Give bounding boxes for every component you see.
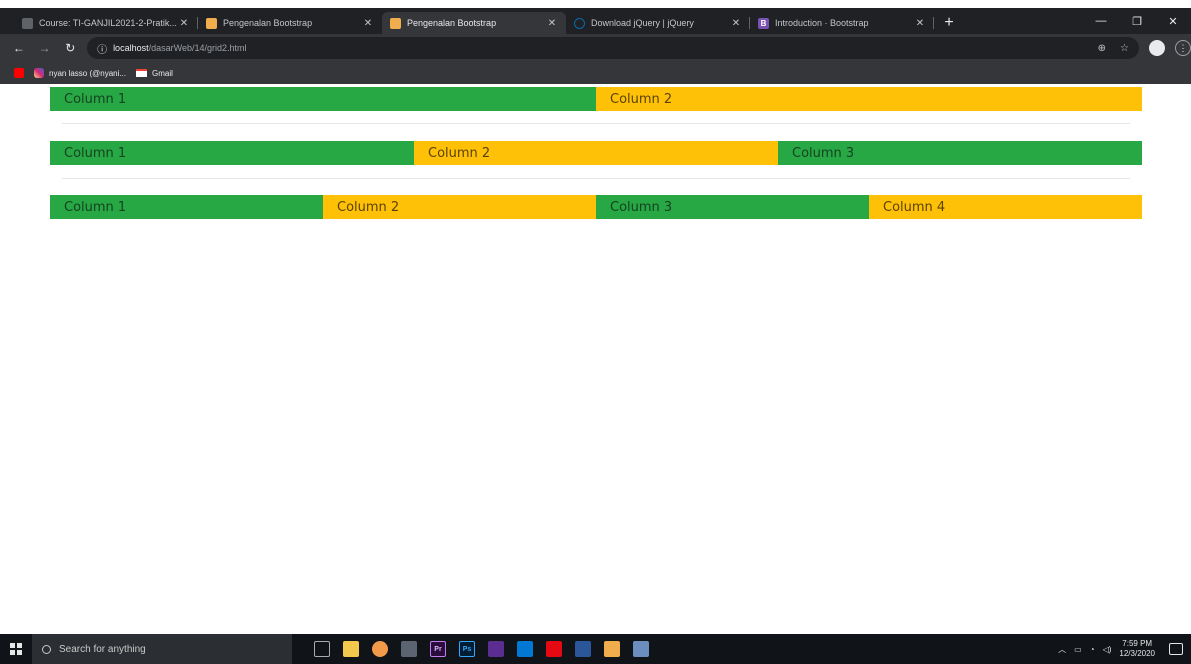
window-controls: — ❐ ✕ <box>1083 8 1191 34</box>
tab-pengenalan-active[interactable]: Pengenalan Bootstrap ✕ <box>382 12 566 34</box>
volume-icon[interactable]: ◁) <box>1103 645 1112 654</box>
close-icon[interactable]: ✕ <box>362 18 374 29</box>
bookmark-gmail[interactable]: Gmail <box>136 69 173 78</box>
tab-bootstrap-intro[interactable]: B Introduction · Bootstrap ✕ <box>750 12 934 34</box>
grid-column: Column 2 <box>323 195 596 219</box>
tab-separator <box>933 17 934 29</box>
tab-pengenalan-1[interactable]: Pengenalan Bootstrap ✕ <box>198 12 382 34</box>
more-menu-icon[interactable]: ⋮ <box>1174 40 1191 56</box>
word-icon[interactable] <box>575 641 591 657</box>
app-icon[interactable] <box>401 641 417 657</box>
page-content: Column 1 Column 2 Column 1 Column 2 Colu… <box>0 84 1191 634</box>
tab-strip: Course: TI-GANJIL2021-2-Pratik... ✕ Peng… <box>0 8 1191 34</box>
system-tray: ︿ ▭ ◔ ◁) 7:59 PM 12/3/2020 <box>1058 639 1191 659</box>
bookmark-label: Gmail <box>152 68 173 78</box>
grid-row-4-col: Column 1 Column 2 Column 3 Column 4 <box>50 195 1142 219</box>
task-view-icon[interactable] <box>314 641 330 657</box>
youtube-icon <box>14 68 24 78</box>
battery-icon[interactable]: ▭ <box>1074 645 1082 654</box>
netflix-icon[interactable] <box>546 641 562 657</box>
close-icon[interactable]: ✕ <box>730 18 742 29</box>
clock-date: 12/3/2020 <box>1119 649 1155 658</box>
url-path: /dasarWeb/14/grid2.html <box>148 43 247 53</box>
chrome-icon[interactable] <box>372 641 388 657</box>
app-icon[interactable] <box>633 641 649 657</box>
tab-title: Introduction · Bootstrap <box>775 18 869 28</box>
bookmark-label: nyan lasso (@nyani... <box>49 68 127 78</box>
bootstrap-icon: B <box>758 17 769 29</box>
bookmark-instagram[interactable]: nyan lasso (@nyani... <box>34 68 126 78</box>
html-editor-icon[interactable] <box>604 641 620 657</box>
toolbar-right: ⋮ <box>1148 40 1191 56</box>
grid-row-3-col: Column 1 Column 2 Column 3 <box>50 141 1142 165</box>
grid-column: Column 3 <box>778 141 1142 165</box>
visual-studio-icon[interactable] <box>488 641 504 657</box>
forward-icon[interactable]: → <box>36 39 54 57</box>
search-icon <box>42 644 51 654</box>
reload-icon[interactable]: ↻ <box>61 39 79 57</box>
close-icon[interactable]: ✕ <box>178 18 190 29</box>
zoom-icon[interactable]: ⊕ <box>1098 43 1106 54</box>
divider <box>62 178 1130 179</box>
tab-title: Download jQuery | jQuery <box>591 18 694 28</box>
gmail-icon <box>136 69 148 77</box>
bookmark-youtube[interactable] <box>14 68 24 78</box>
new-tab-button[interactable]: + <box>938 12 960 34</box>
tab-title: Pengenalan Bootstrap <box>223 18 313 28</box>
jquery-icon <box>574 17 585 29</box>
grid-column: Column 2 <box>414 141 778 165</box>
premiere-icon[interactable]: Pr <box>430 641 446 657</box>
windows-taskbar: Search for anything Pr Ps ︿ ▭ ◔ ◁) 7:59 … <box>0 634 1191 664</box>
grid-row-2-col: Column 1 Column 2 <box>50 87 1142 111</box>
address-bar[interactable]: ⓘ localhost /dasarWeb/14/grid2.html ⊕ ☆ <box>87 37 1139 59</box>
search-placeholder: Search for anything <box>59 643 146 655</box>
maximize-icon[interactable]: ❐ <box>1119 8 1155 34</box>
grid-column: Column 4 <box>869 195 1142 219</box>
grid-column: Column 2 <box>596 87 1142 111</box>
moodle-icon <box>22 17 33 29</box>
vscode-icon[interactable] <box>517 641 533 657</box>
start-button[interactable] <box>0 634 32 664</box>
tab-jquery[interactable]: Download jQuery | jQuery ✕ <box>566 12 750 34</box>
grid-column: Column 1 <box>50 195 323 219</box>
tab-title: Pengenalan Bootstrap <box>407 18 497 28</box>
tab-course[interactable]: Course: TI-GANJIL2021-2-Pratik... ✕ <box>14 12 198 34</box>
url-host: localhost <box>113 43 149 53</box>
pinned-apps: Pr Ps <box>314 641 649 657</box>
chevron-up-icon[interactable]: ︿ <box>1058 644 1066 655</box>
divider <box>62 123 1130 124</box>
grid-column: Column 1 <box>50 87 596 111</box>
grid-column: Column 1 <box>50 141 414 165</box>
taskbar-search[interactable]: Search for anything <box>32 634 292 664</box>
close-window-icon[interactable]: ✕ <box>1155 8 1191 34</box>
windows-icon <box>10 643 22 655</box>
omnibox-actions: ⊕ ☆ <box>1098 43 1129 54</box>
profile-avatar[interactable] <box>1148 40 1165 56</box>
html-icon <box>206 17 217 29</box>
top-border <box>0 0 1191 8</box>
close-icon[interactable]: ✕ <box>546 18 558 29</box>
tab-title: Course: TI-GANJIL2021-2-Pratik... <box>39 18 177 28</box>
instagram-icon <box>34 68 44 78</box>
file-explorer-icon[interactable] <box>343 641 359 657</box>
close-icon[interactable]: ✕ <box>914 18 926 29</box>
clock-time: 7:59 PM <box>1122 639 1153 648</box>
minimize-icon[interactable]: — <box>1083 8 1119 34</box>
browser-toolbar: ← → ↻ ⓘ localhost /dasarWeb/14/grid2.htm… <box>0 34 1191 62</box>
notification-icon[interactable] <box>1169 643 1183 655</box>
wifi-icon[interactable]: ◔ <box>1090 645 1095 654</box>
clock[interactable]: 7:59 PM 12/3/2020 <box>1119 639 1155 659</box>
html-icon <box>390 17 401 29</box>
site-info-icon[interactable]: ⓘ <box>97 41 107 56</box>
grid-column: Column 3 <box>596 195 869 219</box>
bookmark-star-icon[interactable]: ☆ <box>1120 43 1129 54</box>
photoshop-icon[interactable]: Ps <box>459 641 475 657</box>
bookmarks-bar: nyan lasso (@nyani... Gmail <box>0 62 1191 84</box>
back-icon[interactable]: ← <box>10 39 28 57</box>
screen: Course: TI-GANJIL2021-2-Pratik... ✕ Peng… <box>0 0 1191 664</box>
